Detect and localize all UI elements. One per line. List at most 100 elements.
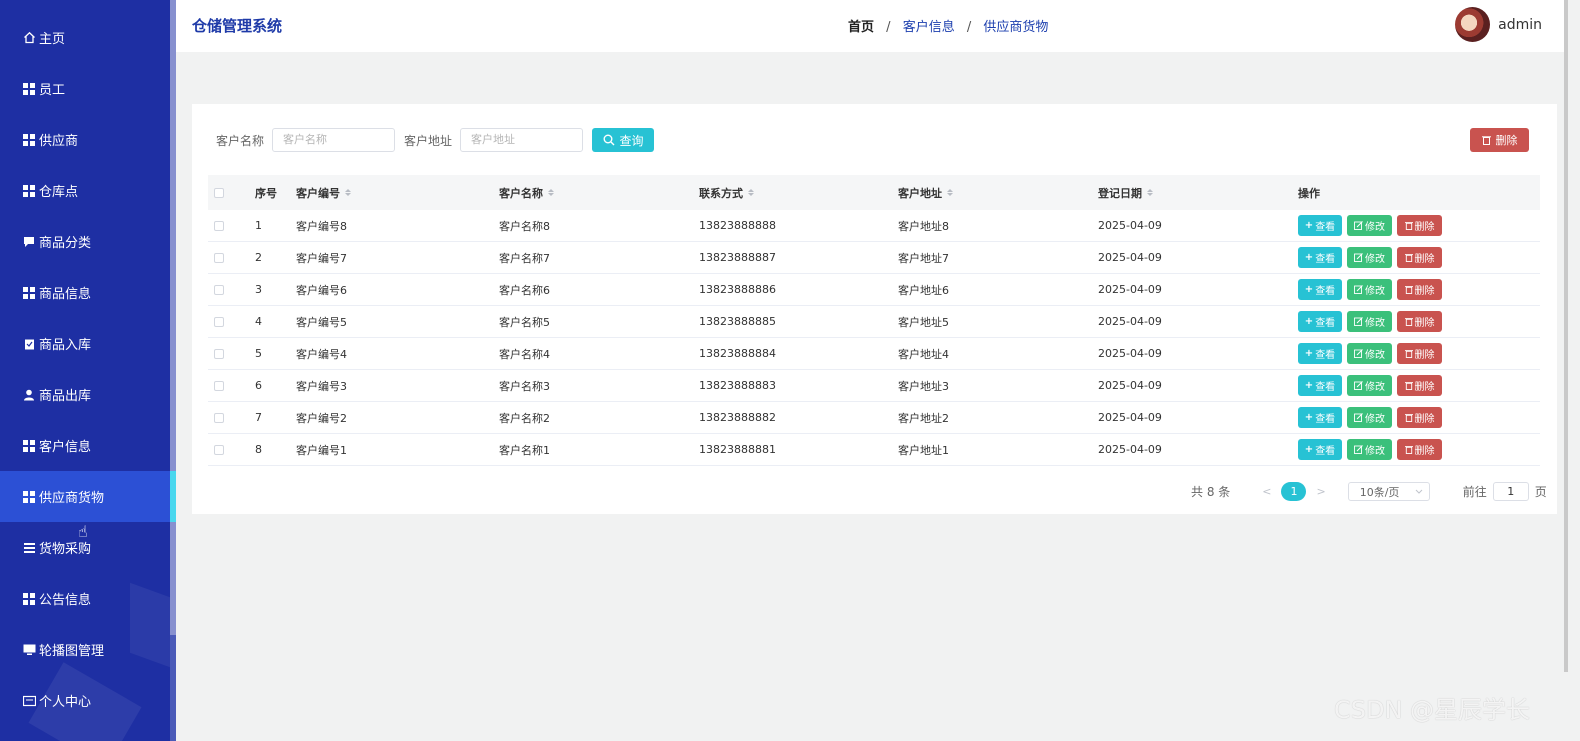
row-checkbox[interactable]	[214, 380, 224, 391]
row-checkbox[interactable]	[214, 284, 224, 295]
user-menu[interactable]: admin	[1455, 7, 1542, 42]
edit-button[interactable]: 修改	[1347, 375, 1392, 396]
delete-button[interactable]: 删除	[1397, 215, 1442, 236]
row-checkbox[interactable]	[214, 348, 224, 359]
breadcrumb-home[interactable]: 首页	[848, 20, 874, 35]
sidebar-item[interactable]: 公告信息	[0, 573, 170, 624]
row-checkbox[interactable]	[214, 316, 224, 327]
edit-icon	[1354, 221, 1363, 230]
view-button-label: 查看	[1315, 382, 1336, 393]
column-header-label: 登记日期	[1098, 186, 1142, 200]
row-actions: + 查看 修改 删除	[1298, 434, 1442, 465]
sort-icon[interactable]	[1147, 189, 1153, 196]
column-header-phone[interactable]: 联系方式	[699, 175, 754, 210]
delete-button[interactable]: 删除	[1397, 343, 1442, 364]
next-page-icon[interactable]: >	[1316, 485, 1325, 498]
avatar[interactable]	[1455, 7, 1491, 42]
edit-icon	[1354, 349, 1363, 358]
customer-address-input[interactable]: 客户地址	[460, 128, 584, 152]
cell-address: 客户地址5	[898, 315, 949, 329]
edit-button[interactable]: 修改	[1347, 247, 1392, 268]
delete-button[interactable]: 删除	[1397, 439, 1442, 460]
edit-button[interactable]: 修改	[1347, 311, 1392, 332]
delete-button-label: 删除	[1414, 446, 1435, 457]
sort-icon[interactable]	[548, 189, 554, 196]
view-button[interactable]: + 查看	[1298, 439, 1342, 460]
delete-button[interactable]: 删除	[1397, 375, 1442, 396]
sidebar-item[interactable]: 供应商	[0, 114, 170, 165]
view-button[interactable]: + 查看	[1298, 215, 1342, 236]
view-button[interactable]: + 查看	[1298, 343, 1342, 364]
plus-icon: +	[1304, 220, 1314, 231]
id-card-icon	[22, 694, 36, 708]
sidebar-item[interactable]: 供应商货物	[0, 471, 176, 522]
cell-code: 客户编号6	[296, 283, 347, 297]
delete-button[interactable]: 删除	[1397, 311, 1442, 332]
cell-phone: 13823888884	[699, 347, 776, 360]
cell-date: 2025-04-09	[1098, 443, 1162, 456]
edit-button-label: 修改	[1365, 414, 1385, 425]
sidebar-item[interactable]: 轮播图管理	[0, 624, 170, 675]
row-checkbox[interactable]	[214, 412, 224, 423]
cell-code: 客户编号1	[296, 443, 347, 457]
page-number[interactable]: 1	[1281, 482, 1307, 501]
view-button[interactable]: + 查看	[1298, 375, 1342, 396]
row-checkbox[interactable]	[214, 444, 224, 455]
column-header-name[interactable]: 客户名称	[499, 175, 554, 210]
view-button[interactable]: + 查看	[1298, 311, 1342, 332]
row-select-cell	[214, 210, 224, 241]
column-header-code[interactable]: 客户编号	[296, 175, 351, 210]
cell-index: 7	[255, 411, 262, 424]
sort-icon[interactable]	[947, 189, 953, 196]
delete-button[interactable]: 删除	[1397, 407, 1442, 428]
delete-button[interactable]: 删除	[1397, 247, 1442, 268]
edit-button[interactable]: 修改	[1347, 439, 1392, 460]
sort-icon[interactable]	[748, 189, 754, 196]
column-header-date[interactable]: 登记日期	[1098, 175, 1153, 210]
prev-page-icon[interactable]: <	[1262, 485, 1271, 498]
sidebar-item[interactable]: 仓库点	[0, 165, 170, 216]
sort-icon[interactable]	[345, 189, 351, 196]
edit-button-label: 修改	[1365, 446, 1385, 457]
select-all-checkbox[interactable]	[214, 187, 224, 198]
sidebar-item[interactable]: 商品出库	[0, 369, 170, 420]
sidebar-scrollbar-thumb[interactable]	[170, 0, 176, 635]
view-button[interactable]: + 查看	[1298, 279, 1342, 300]
view-button[interactable]: + 查看	[1298, 407, 1342, 428]
grid-icon	[22, 592, 36, 606]
edit-button[interactable]: 修改	[1347, 407, 1392, 428]
sidebar-item[interactable]: 商品信息	[0, 267, 170, 318]
view-button[interactable]: + 查看	[1298, 247, 1342, 268]
delete-button[interactable]: 删除	[1397, 279, 1442, 300]
sidebar-item[interactable]: 员工	[0, 63, 170, 114]
sidebar-item[interactable]: 商品分类	[0, 216, 170, 267]
edit-button[interactable]: 修改	[1347, 215, 1392, 236]
plus-icon: +	[1304, 412, 1314, 423]
sidebar-item[interactable]: 主页	[0, 12, 170, 63]
query-button[interactable]: 查询	[592, 128, 655, 152]
sidebar-item[interactable]: 个人中心	[0, 675, 170, 726]
breadcrumb-item[interactable]: 客户信息	[903, 20, 955, 35]
plus-icon: +	[1304, 316, 1314, 327]
pagination-total: 共 8 条	[1191, 485, 1231, 499]
view-button-label: 查看	[1315, 318, 1336, 329]
username[interactable]: admin	[1498, 17, 1542, 33]
trash-icon	[1404, 286, 1413, 294]
row-actions: + 查看 修改 删除	[1298, 242, 1442, 273]
goto-page-input[interactable]: 1	[1492, 482, 1529, 501]
sidebar-item-label: 仓库点	[39, 185, 79, 200]
sidebar-item[interactable]: 商品入库	[0, 318, 170, 369]
row-checkbox[interactable]	[214, 252, 224, 263]
edit-button[interactable]: 修改	[1347, 343, 1392, 364]
column-header-address[interactable]: 客户地址	[898, 175, 953, 210]
cell-name: 客户名称5	[499, 315, 550, 329]
edit-button-label: 修改	[1365, 382, 1385, 393]
page-scrollbar[interactable]	[1564, 0, 1568, 672]
edit-button[interactable]: 修改	[1347, 279, 1392, 300]
list-icon	[22, 541, 36, 555]
customer-name-input[interactable]: 客户名称	[272, 128, 396, 152]
page-size-select[interactable]: 10条/页	[1347, 482, 1430, 501]
row-checkbox[interactable]	[214, 220, 224, 231]
batch-delete-button[interactable]: 删除	[1470, 128, 1529, 152]
sidebar-item[interactable]: 客户信息	[0, 420, 170, 471]
